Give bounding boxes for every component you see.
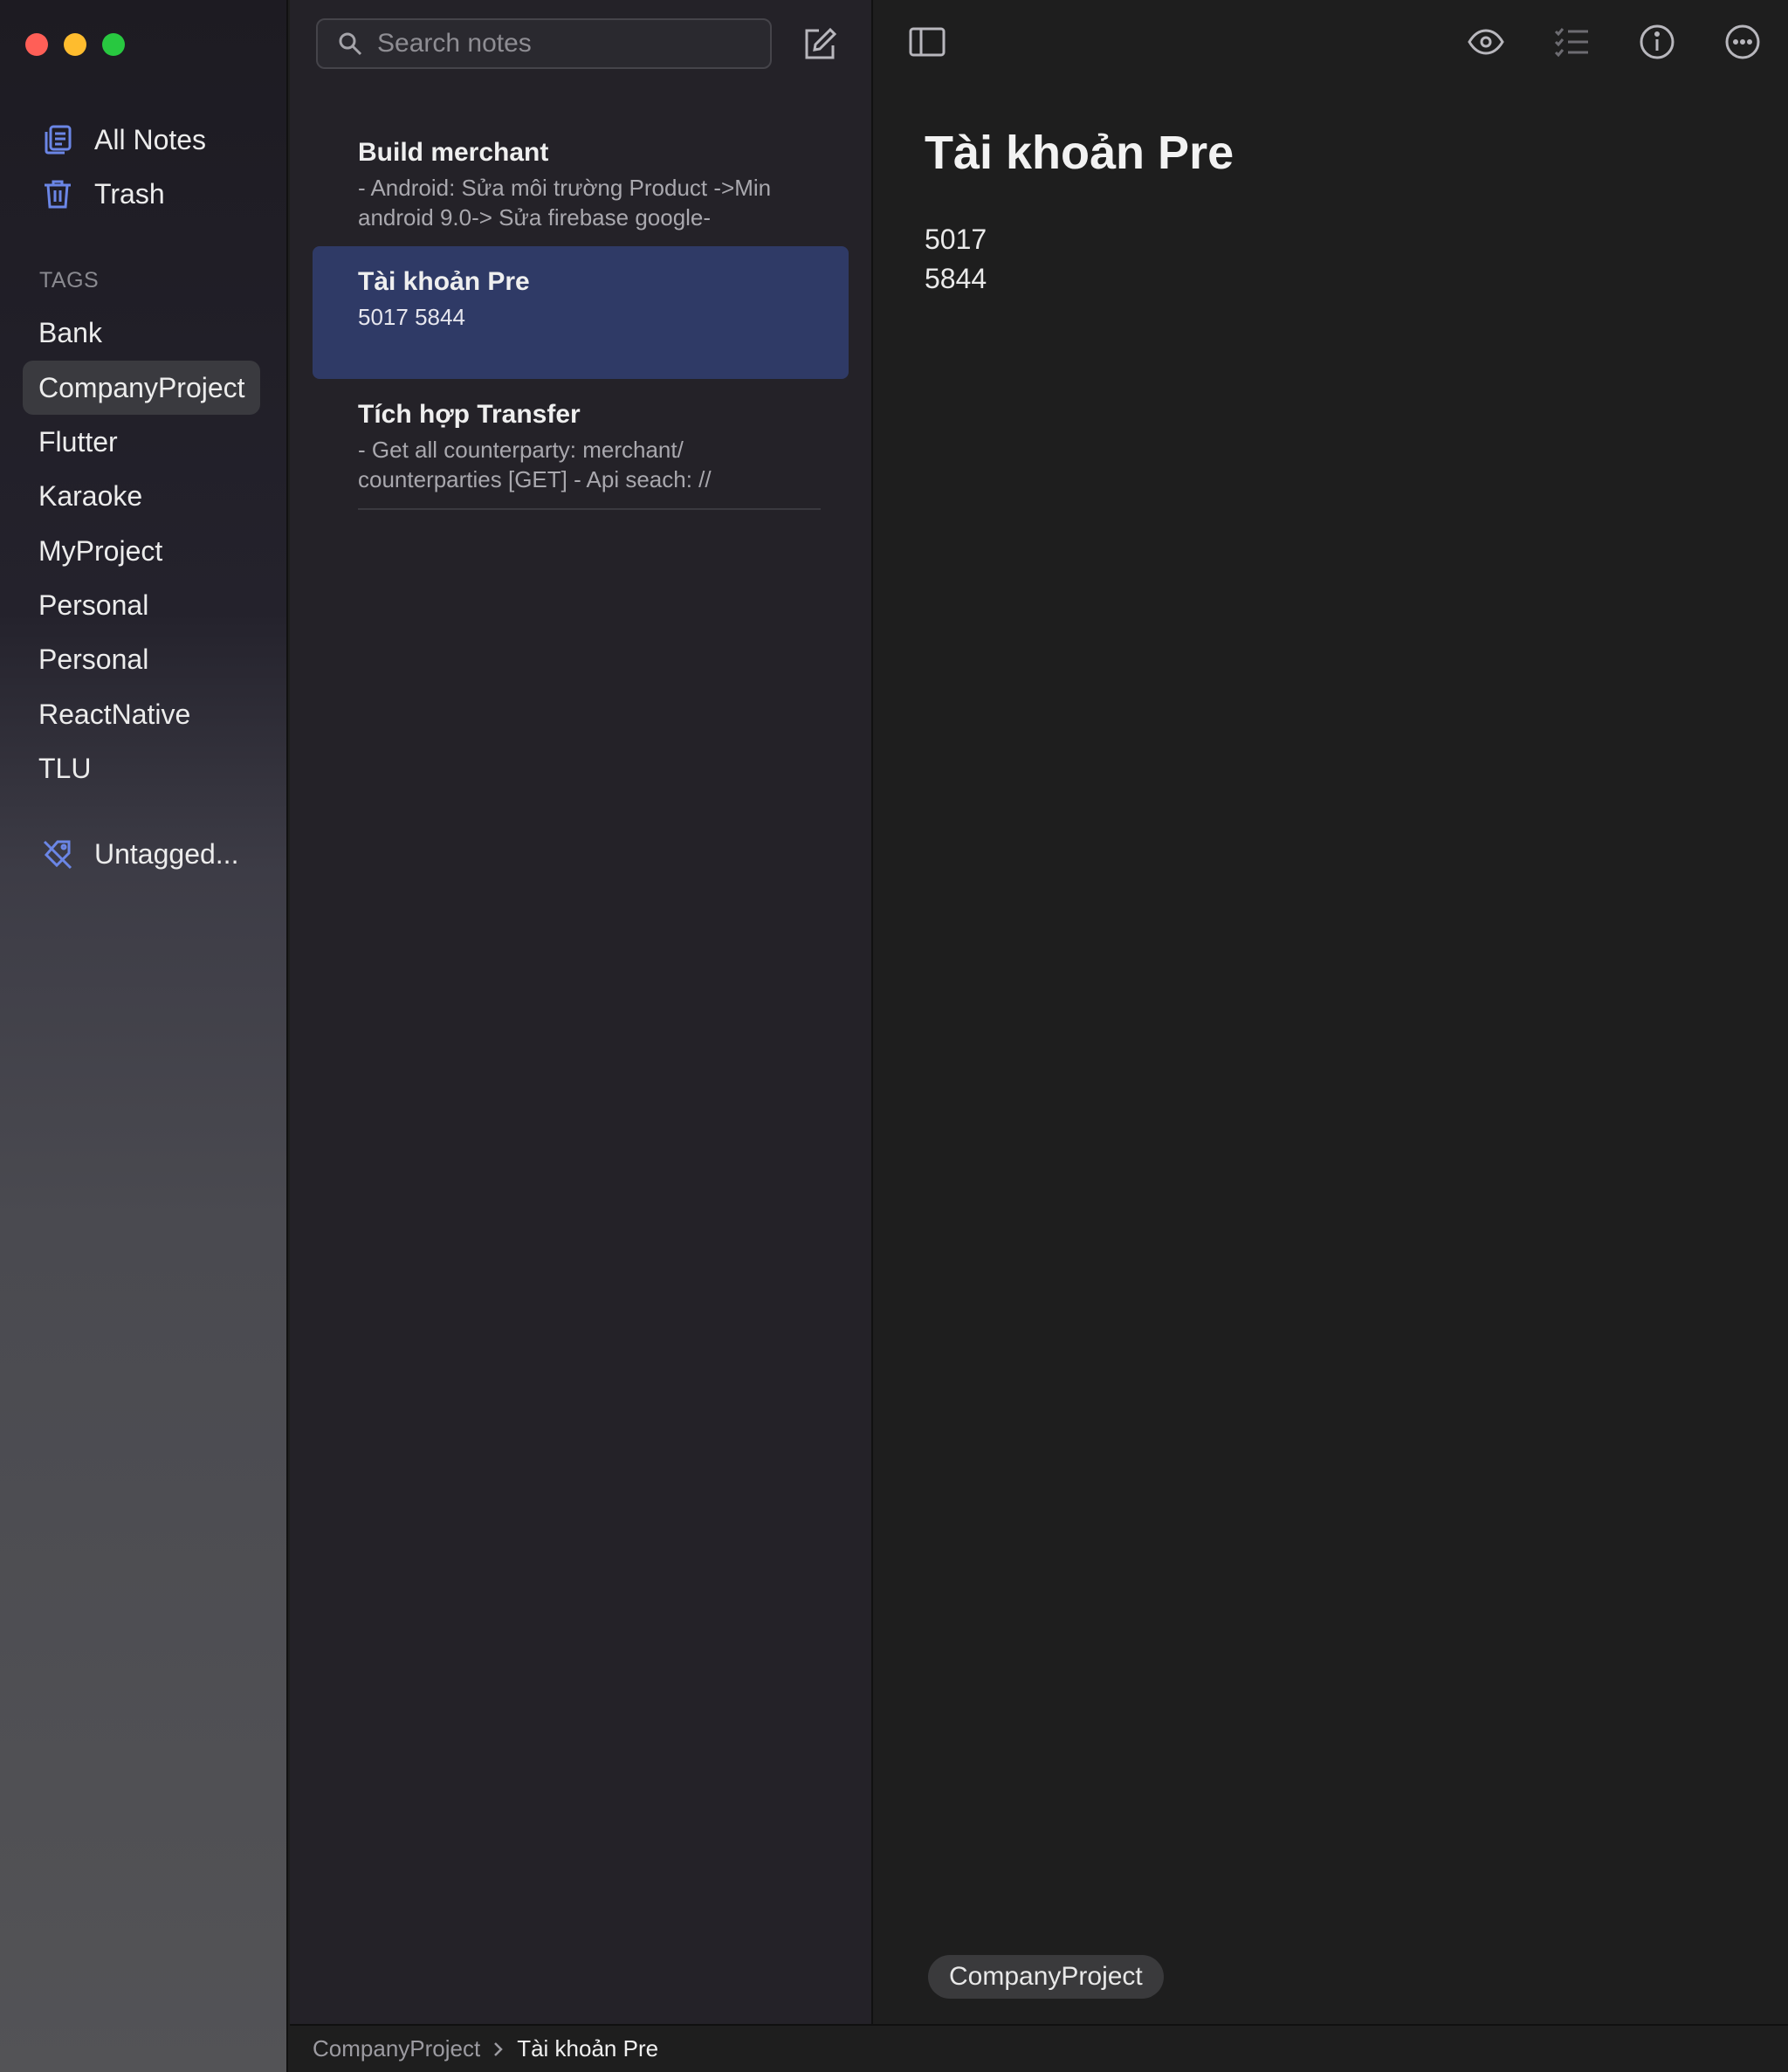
zoom-window-button[interactable] — [102, 33, 125, 56]
note-item[interactable]: Tích hợp Transfer - Get all counterparty… — [313, 381, 849, 508]
minimize-window-button[interactable] — [64, 33, 86, 56]
note-item-selected[interactable]: Tài khoản Pre 5017 5844 — [313, 246, 849, 379]
tag-item-flutter[interactable]: Flutter — [23, 415, 260, 469]
more-button[interactable] — [1723, 24, 1762, 63]
tag-label: Personal — [38, 589, 149, 621]
sidebar-item-trash[interactable]: Trash — [23, 167, 260, 221]
tag-label: Personal — [38, 643, 149, 675]
more-icon — [1724, 24, 1761, 65]
note-preview: 5017 5844 — [358, 304, 465, 330]
note-preview: - Android: Sửa môi trường Product ->Min … — [358, 175, 772, 231]
tag-item-tlu[interactable]: TLU — [23, 741, 260, 795]
note-title-heading[interactable]: Tài khoản Pre — [925, 126, 1234, 180]
tags-header: TAGS — [39, 268, 100, 293]
tag-item-personal-2[interactable]: Personal — [23, 632, 260, 686]
note-title: Tài khoản Pre — [358, 267, 530, 296]
tag-item-karaoke[interactable]: Karaoke — [23, 469, 260, 523]
sidebar-item-label: Trash — [94, 177, 165, 210]
note-divider — [358, 508, 821, 510]
compose-icon — [801, 27, 838, 66]
preview-eye-icon — [1468, 28, 1504, 59]
all-notes-icon — [40, 122, 75, 157]
editor-pane[interactable]: Tài khoản Pre 5017 5844 CompanyProject — [875, 0, 1788, 2024]
tag-item-companyproject[interactable]: CompanyProject — [23, 361, 260, 415]
tag-label: Flutter — [38, 425, 118, 458]
close-window-button[interactable] — [25, 33, 48, 56]
sidebar-toggle-icon — [909, 26, 946, 62]
sidebar-item-label: Untagged... — [94, 837, 239, 870]
tag-label: ReactNative — [38, 698, 191, 730]
window-controls — [25, 33, 125, 56]
tag-item-reactnative[interactable]: ReactNative — [23, 687, 260, 741]
trash-icon — [40, 176, 75, 211]
sidebar-item-label: All Notes — [94, 123, 207, 155]
note-body[interactable]: 5017 5844 — [925, 220, 987, 299]
toggle-sidebar-button[interactable] — [908, 24, 946, 63]
search-input[interactable] — [377, 29, 761, 59]
search-field[interactable] — [316, 18, 772, 69]
tag-item-bank[interactable]: Bank — [23, 306, 260, 360]
chevron-right-icon — [492, 2041, 505, 2058]
note-item[interactable]: Build merchant - Android: Sửa môi trường… — [313, 119, 849, 246]
breadcrumb-tag[interactable]: CompanyProject — [313, 2035, 480, 2062]
new-note-button[interactable] — [801, 26, 838, 63]
tag-item-personal[interactable]: Personal — [23, 578, 260, 632]
note-title: Tích hợp Transfer — [358, 400, 581, 429]
search-icon — [335, 29, 365, 59]
checklist-icon — [1553, 26, 1590, 62]
preview-button[interactable] — [1467, 24, 1505, 63]
tag-label: TLU — [38, 752, 92, 784]
tag-label: Bank — [38, 316, 102, 348]
tag-label: MyProject — [38, 534, 163, 567]
note-tag-pill[interactable]: CompanyProject — [928, 1955, 1164, 1999]
checklist-button[interactable] — [1552, 24, 1591, 63]
sidebar-item-all-notes[interactable]: All Notes — [23, 113, 260, 167]
breadcrumb: CompanyProject Tài khoản Pre — [290, 2024, 1788, 2072]
breadcrumb-note: Tài khoản Pre — [517, 2035, 659, 2062]
tag-label: Karaoke — [38, 479, 143, 512]
note-title: Build merchant — [358, 138, 549, 167]
tag-label: CompanyProject — [38, 371, 245, 403]
tag-item-myproject[interactable]: MyProject — [23, 524, 260, 578]
sidebar: All Notes Trash TAGS Bank CompanyProject… — [0, 0, 288, 2072]
info-icon — [1639, 24, 1675, 65]
note-line: 5017 — [925, 224, 987, 255]
info-button[interactable] — [1638, 24, 1676, 63]
note-preview: - Get all counterparty: merchant/ counte… — [358, 437, 712, 492]
untagged-icon — [40, 836, 75, 871]
note-line: 5844 — [925, 263, 987, 294]
sidebar-item-untagged[interactable]: Untagged... — [23, 827, 260, 881]
